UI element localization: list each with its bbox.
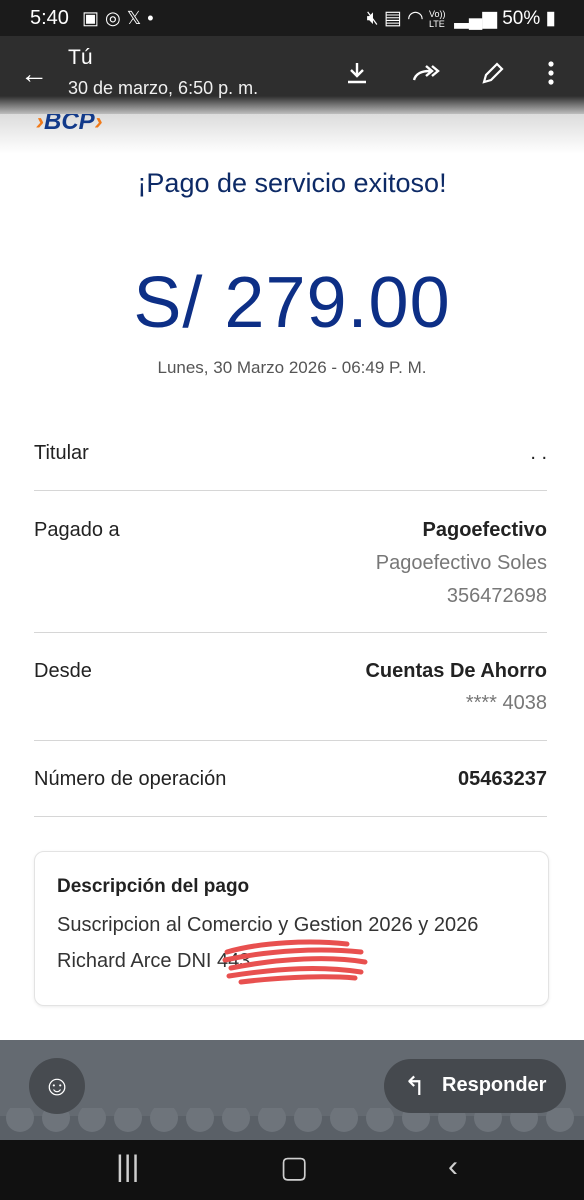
home-icon[interactable]: ▢	[280, 1150, 308, 1185]
battery-saver-icon: ▤	[383, 8, 402, 29]
payment-amount: S/ 279.00	[133, 263, 451, 343]
redaction-scribble	[222, 939, 368, 985]
divider	[34, 632, 547, 633]
forward-icon[interactable]	[410, 60, 440, 93]
divider	[34, 816, 547, 817]
mute-icon: 🔇︎	[366, 8, 379, 29]
smiley-add-icon: ☺	[42, 1070, 72, 1101]
message-date: 30 de marzo, 6:50 p. m.	[68, 78, 259, 98]
reply-label: Responder	[442, 1074, 547, 1096]
desde-value: Cuentas De Ahorro	[365, 660, 547, 682]
operacion-label: Número de operación	[34, 768, 227, 790]
divider	[34, 490, 547, 491]
app-bar: ← Tú 30 de marzo, 6:50 p. m.	[0, 36, 584, 114]
status-right: 🔇︎ ▤ ◠ Vo)) LTE ▂▄▆ 50% ▮	[367, 7, 556, 30]
instagram-icon: ◎	[105, 8, 127, 28]
pagado-label: Pagado a	[34, 519, 120, 541]
status-bar: 5:40 ▣◎𝕏• 🔇︎ ▤ ◠ Vo)) LTE ▂▄▆ 50% ▮	[0, 0, 584, 36]
pagado-sub1: Pagoefectivo Soles	[375, 552, 547, 574]
reply-arrow-icon: ↰	[404, 1071, 426, 1101]
titular-value: . .	[530, 442, 547, 464]
page-title: ¡Pago de servicio exitoso!	[137, 168, 447, 198]
recents-icon[interactable]: |||	[116, 1150, 139, 1184]
description-line1: Suscripcion al Comercio y Gestion 2026 y…	[57, 914, 479, 936]
battery-percent: 50%	[502, 8, 541, 29]
battery-icon: ▮	[545, 8, 556, 29]
emoji-reaction-button[interactable]: ☺	[29, 1058, 85, 1114]
payment-datetime: Lunes, 30 Marzo 2026 - 06:49 P. M.	[157, 358, 427, 377]
status-time: 5:40	[30, 7, 69, 29]
download-icon[interactable]	[344, 60, 370, 93]
desde-account: **** 4038	[465, 692, 547, 714]
titular-label: Titular	[34, 442, 89, 464]
reply-button[interactable]: ↰ Responder	[384, 1059, 566, 1113]
divider	[34, 740, 547, 741]
description-card: Descripción del pago Suscripcion al Come…	[34, 851, 549, 1006]
edit-icon[interactable]	[480, 60, 504, 93]
dot-icon: •	[147, 8, 160, 28]
x-icon: 𝕏	[126, 8, 148, 28]
volte-icon: Vo)) LTE	[428, 8, 446, 29]
more-icon[interactable]	[546, 60, 556, 93]
desde-label: Desde	[34, 660, 92, 682]
wifi-icon: ◠	[407, 8, 424, 29]
system-nav-bar: ||| ▢ ‹	[0, 1140, 584, 1200]
operacion-value: 05463237	[458, 768, 547, 790]
notification-icons: ▣◎𝕏•	[82, 8, 160, 29]
description-title: Descripción del pago	[57, 876, 250, 897]
pagado-value: Pagoefectivo	[422, 519, 547, 541]
sender-name: Tú	[68, 46, 93, 69]
back-nav-icon[interactable]: ‹	[448, 1150, 458, 1184]
image-icon: ▣	[82, 8, 106, 28]
back-arrow-icon[interactable]: ←	[20, 58, 48, 90]
pagado-sub2: 356472698	[446, 585, 547, 607]
signal-icon: ▂▄▆	[454, 8, 497, 29]
